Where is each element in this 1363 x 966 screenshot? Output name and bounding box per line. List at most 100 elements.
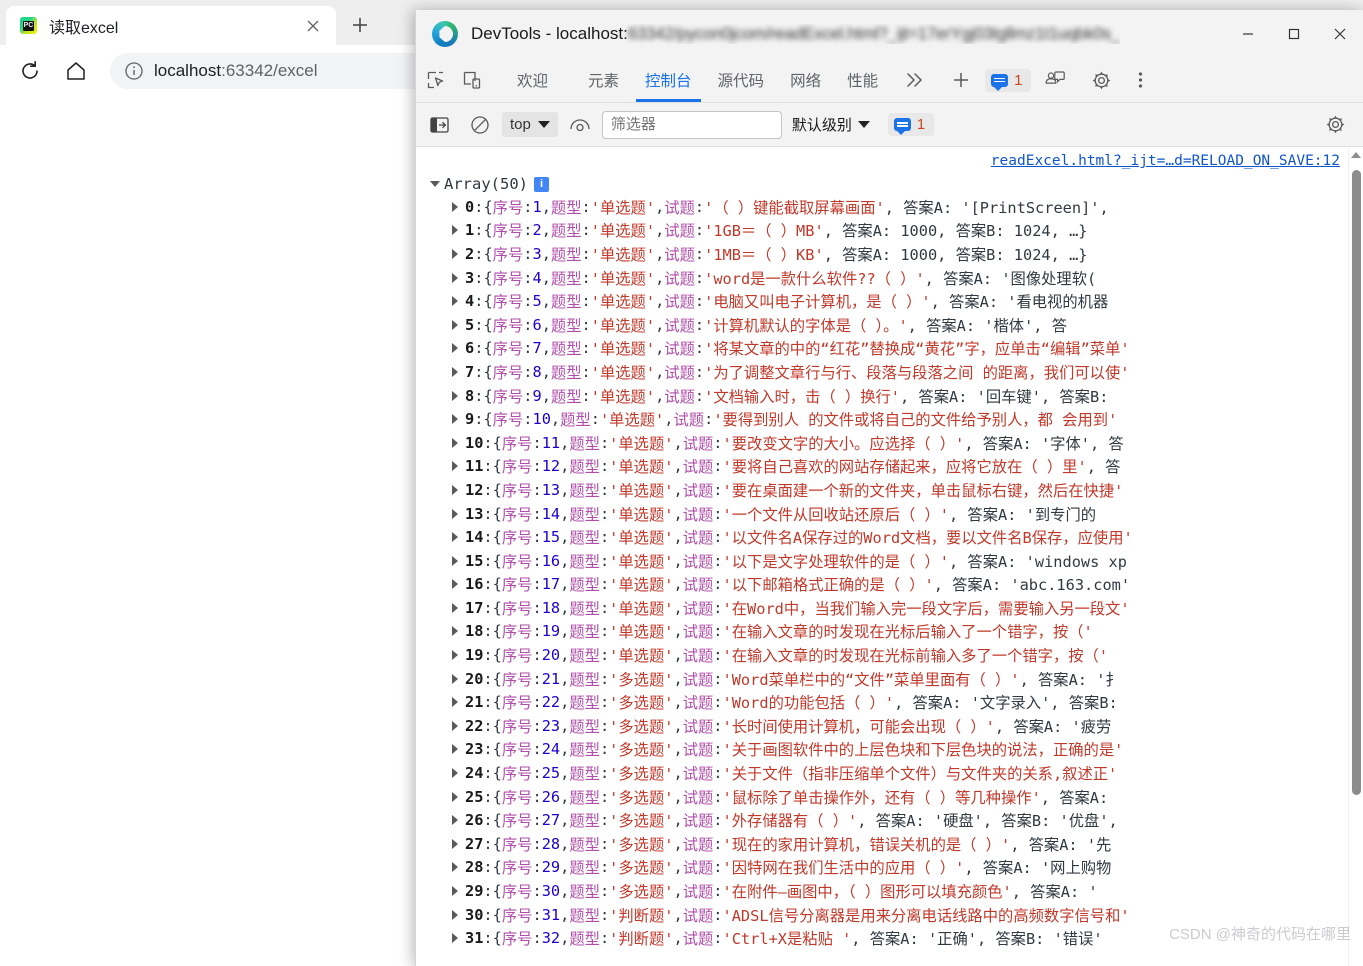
tab-sources[interactable]: 源代码 [705, 58, 778, 102]
device-toolbar-icon[interactable] [454, 58, 490, 102]
reload-icon[interactable] [10, 51, 50, 91]
expand-triangle-icon[interactable] [452, 768, 458, 778]
expand-triangle-icon[interactable] [452, 674, 458, 684]
console-array-row[interactable]: 4: {序号: 5, 题型: '单选题', 试题: '电脑又叫电子计算机，是（ … [452, 289, 1348, 313]
expand-triangle-icon[interactable] [452, 343, 458, 353]
live-expression-icon[interactable] [562, 117, 598, 133]
expand-triangle-icon[interactable] [452, 202, 458, 212]
expand-triangle-icon[interactable] [452, 391, 458, 401]
tab-performance[interactable]: 性能 [834, 58, 891, 102]
expand-triangle-icon[interactable] [452, 626, 458, 636]
console-context-selector[interactable]: top [502, 112, 558, 137]
gear-icon[interactable] [1079, 58, 1123, 102]
expand-triangle-icon[interactable] [430, 181, 440, 187]
expand-triangle-icon[interactable] [452, 509, 458, 519]
tab-welcome[interactable]: 欢迎 [504, 58, 561, 102]
expand-triangle-icon[interactable] [452, 933, 458, 943]
console-array-row[interactable]: 20: {序号: 21, 题型: '多选题', 试题: 'Word菜单栏中的“文… [452, 667, 1348, 691]
console-array-row[interactable]: 17: {序号: 18, 题型: '单选题', 试题: '在Word中，当我们输… [452, 596, 1348, 620]
expand-triangle-icon[interactable] [452, 414, 458, 424]
inspect-element-icon[interactable] [418, 58, 454, 102]
scroll-up-arrow-icon[interactable] [1351, 152, 1361, 158]
expand-triangle-icon[interactable] [452, 367, 458, 377]
info-icon[interactable]: i [534, 177, 549, 192]
console-array-row[interactable]: 19: {序号: 20, 题型: '单选题', 试题: '在输入文章的时发现在光… [452, 643, 1348, 667]
expand-triangle-icon[interactable] [452, 556, 458, 566]
home-icon[interactable] [56, 51, 96, 91]
console-array-row[interactable]: 7: {序号: 8, 题型: '单选题', 试题: '为了调整文章行与行、段落与… [452, 360, 1348, 384]
maximize-button[interactable] [1271, 10, 1317, 58]
console-array-row[interactable]: 6: {序号: 7, 题型: '单选题', 试题: '将某文章的中的“红花”替换… [452, 337, 1348, 361]
expand-triangle-icon[interactable] [452, 249, 458, 259]
scrollbar-thumb[interactable] [1352, 170, 1361, 795]
site-info-icon[interactable] [124, 61, 144, 81]
add-panel-icon[interactable] [937, 58, 985, 102]
expand-triangle-icon[interactable] [452, 273, 458, 283]
console-scrollbar[interactable] [1348, 147, 1363, 966]
expand-triangle-icon[interactable] [452, 721, 458, 731]
expand-triangle-icon[interactable] [452, 839, 458, 849]
tab-network[interactable]: 网络 [777, 58, 834, 102]
console-array-row[interactable]: 8: {序号: 9, 题型: '单选题', 试题: '文档输入时，击（ ）换行'… [452, 384, 1348, 408]
expand-triangle-icon[interactable] [452, 225, 458, 235]
console-array-row[interactable]: 12: {序号: 13, 题型: '单选题', 试题: '要在桌面建一个新的文件… [452, 478, 1348, 502]
source-link[interactable]: readExcel.html?_ijt=…d=RELOAD_ON_SAVE:12 [991, 153, 1340, 169]
console-array-row[interactable]: 29: {序号: 30, 题型: '多选题', 试题: '在附件–画图中，（ ）… [452, 879, 1348, 903]
expand-triangle-icon[interactable] [452, 603, 458, 613]
expand-triangle-icon[interactable] [452, 697, 458, 707]
console-array-row[interactable]: 18: {序号: 19, 题型: '单选题', 试题: '在输入文章的时发现在光… [452, 620, 1348, 644]
console-array-row[interactable]: 10: {序号: 11, 题型: '单选题', 试题: '要改变文字的大小。应选… [452, 431, 1348, 455]
clear-console-icon[interactable] [462, 115, 498, 135]
tab-console[interactable]: 控制台 [632, 58, 705, 102]
console-array-row[interactable]: 26: {序号: 27, 题型: '多选题', 试题: '外存储器有（ ）', … [452, 808, 1348, 832]
expand-triangle-icon[interactable] [452, 815, 458, 825]
expand-triangle-icon[interactable] [452, 296, 458, 306]
expand-triangle-icon[interactable] [452, 744, 458, 754]
console-array-row[interactable]: 11: {序号: 12, 题型: '单选题', 试题: '要将自己喜欢的网站存储… [452, 455, 1348, 479]
feedback-icon[interactable] [1031, 58, 1079, 102]
expand-triangle-icon[interactable] [452, 320, 458, 330]
console-array-row[interactable]: 15: {序号: 16, 题型: '单选题', 试题: '以下是文字处理软件的是… [452, 549, 1348, 573]
console-settings-gear-icon[interactable] [1313, 114, 1357, 135]
browser-tab[interactable]: 读取excel [6, 6, 336, 45]
console-array-row[interactable]: 9: {序号: 10, 题型: '单选题', 试题: '要得到别人 的文件或将自… [452, 407, 1348, 431]
expand-triangle-icon[interactable] [452, 650, 458, 660]
console-array-row[interactable]: 23: {序号: 24, 题型: '多选题', 试题: '关于画图软件中的上层色… [452, 738, 1348, 762]
expand-triangle-icon[interactable] [452, 862, 458, 872]
tab-elements[interactable]: 元素 [575, 58, 632, 102]
expand-triangle-icon[interactable] [452, 438, 458, 448]
console-array-row[interactable]: 25: {序号: 26, 题型: '多选题', 试题: '鼠标除了单击操作外，还… [452, 785, 1348, 809]
kebab-menu-icon[interactable] [1123, 58, 1157, 102]
console-array-row[interactable]: 1: {序号: 2, 题型: '单选题', 试题: '1GB＝（ ）MB', 答… [452, 219, 1348, 243]
console-array-row[interactable]: 13: {序号: 14, 题型: '单选题', 试题: '一个文件从回收站还原后… [452, 502, 1348, 526]
console-sidebar-icon[interactable] [422, 116, 458, 134]
console-level-selector[interactable]: 默认级别 [786, 114, 876, 135]
expand-triangle-icon[interactable] [452, 532, 458, 542]
console-filter-input[interactable] [602, 111, 782, 139]
expand-triangle-icon[interactable] [452, 461, 458, 471]
console-array-row[interactable]: 21: {序号: 22, 题型: '多选题', 试题: 'Word的功能包括（ … [452, 690, 1348, 714]
expand-triangle-icon[interactable] [452, 485, 458, 495]
console-array-row[interactable]: 24: {序号: 25, 题型: '多选题', 试题: '关于文件（指非压缩单个… [452, 761, 1348, 785]
expand-triangle-icon[interactable] [452, 886, 458, 896]
minimize-button[interactable] [1225, 10, 1271, 58]
expand-triangle-icon[interactable] [452, 910, 458, 920]
close-button[interactable] [1317, 10, 1363, 58]
console-array-row[interactable]: 16: {序号: 17, 题型: '单选题', 试题: '以下邮箱格式正确的是（… [452, 573, 1348, 597]
console-issues-badge[interactable]: 1 [888, 113, 934, 136]
console-array-row[interactable]: 28: {序号: 29, 题型: '多选题', 试题: '因特网在我们生活中的应… [452, 856, 1348, 880]
array-header[interactable]: Array(50) i [416, 169, 1348, 195]
new-tab-button[interactable] [342, 7, 378, 43]
more-tabs-icon[interactable] [891, 58, 937, 102]
console-array-row[interactable]: 14: {序号: 15, 题型: '单选题', 试题: '以文件名A保存过的Wo… [452, 525, 1348, 549]
console-array-row[interactable]: 22: {序号: 23, 题型: '多选题', 试题: '长时间使用计算机，可能… [452, 714, 1348, 738]
console-array-row[interactable]: 30: {序号: 31, 题型: '判断题', 试题: 'ADSL信号分离器是用… [452, 903, 1348, 927]
expand-triangle-icon[interactable] [452, 579, 458, 589]
console-array-row[interactable]: 2: {序号: 3, 题型: '单选题', 试题: '1MB＝（ ）KB', 答… [452, 242, 1348, 266]
issues-badge[interactable]: 1 [985, 69, 1031, 92]
console-array-row[interactable]: 27: {序号: 28, 题型: '多选题', 试题: '现在的家用计算机，错误… [452, 832, 1348, 856]
console-array-row[interactable]: 0: {序号: 1, 题型: '单选题', 试题: '（ ）键能截取屏幕画面',… [452, 195, 1348, 219]
console-array-row[interactable]: 5: {序号: 6, 题型: '单选题', 试题: '计算机默认的字体是（ ）。… [452, 313, 1348, 337]
console-array-row[interactable]: 3: {序号: 4, 题型: '单选题', 试题: 'word是一款什么软件??… [452, 266, 1348, 290]
close-icon[interactable] [300, 13, 326, 39]
